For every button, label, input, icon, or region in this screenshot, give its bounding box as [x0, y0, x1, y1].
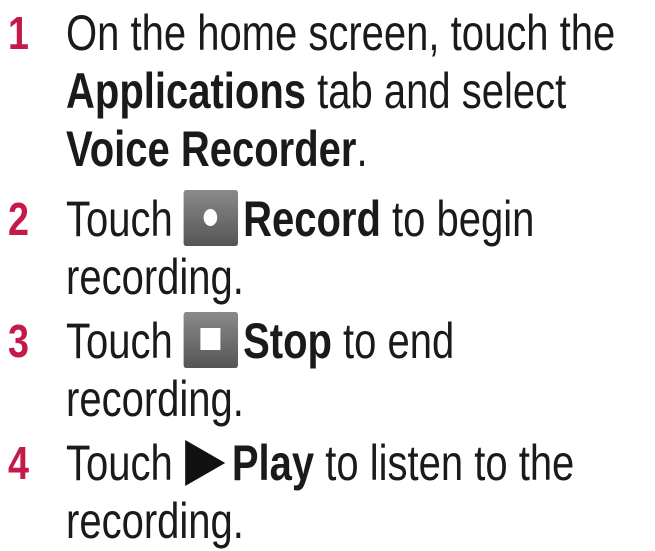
stop-term: Stop — [243, 313, 332, 369]
step-text-fragment: Touch — [66, 435, 184, 491]
step-text: On the home screen, touch the Applicatio… — [66, 4, 642, 178]
step-number: 1 — [8, 7, 29, 59]
step-line: Touch Stop to end — [66, 312, 642, 370]
step-line: Voice Recorder. — [66, 120, 642, 178]
play-term: Play — [231, 435, 315, 491]
step-text: Touch Play to listen to the recording. — [66, 434, 642, 550]
step-line: recording. — [66, 493, 244, 549]
record-term: Record — [243, 191, 381, 247]
step-text-fragment: to begin — [380, 191, 535, 247]
step-text-fragment: Touch — [66, 313, 184, 369]
record-icon — [183, 190, 239, 246]
step-text-fragment: to listen to the — [314, 435, 575, 491]
step-text-fragment: tab and select — [306, 63, 567, 119]
record-dot — [203, 209, 218, 226]
voice-recorder-term: Voice Recorder — [66, 121, 357, 177]
step-number: 4 — [8, 437, 29, 489]
step-line: Applications tab and select — [66, 62, 642, 120]
instruction-steps: 1 On the home screen, touch the Applicat… — [0, 0, 655, 551]
stop-square — [200, 328, 221, 350]
step-line: recording. — [66, 249, 244, 305]
applications-term: Applications — [66, 63, 307, 119]
step-line: Touch Play to listen to the — [66, 434, 642, 492]
step-text-fragment: Touch — [66, 191, 184, 247]
step-text-fragment: . — [356, 121, 368, 177]
stop-icon — [183, 312, 239, 368]
step-number: 2 — [8, 193, 29, 245]
step-line: On the home screen, touch the — [66, 5, 616, 61]
step-text-fragment: to end — [331, 313, 455, 369]
step-line: recording. — [66, 371, 244, 427]
step-text: Touch Record to begin recording. — [66, 190, 642, 306]
step-text: Touch Stop to end recording. — [66, 312, 642, 428]
play-icon — [185, 440, 226, 486]
step-number: 3 — [8, 315, 29, 367]
step-line: Touch Record to begin — [66, 190, 642, 248]
